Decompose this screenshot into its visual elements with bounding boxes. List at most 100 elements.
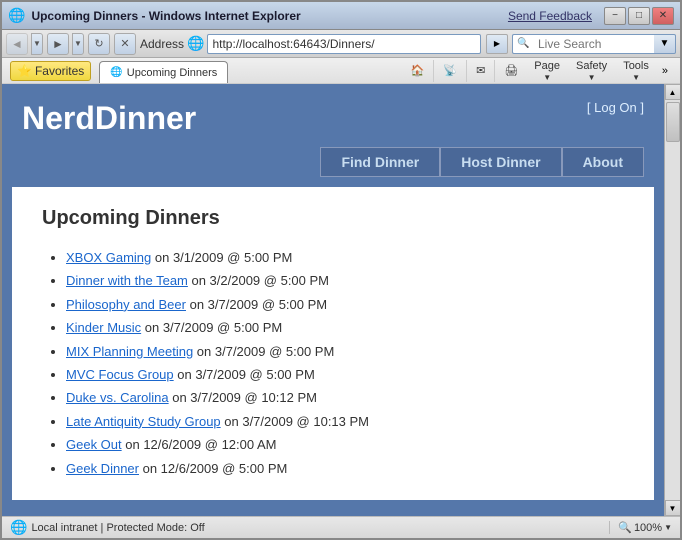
toolbar-area: 🏠 📡 ✉ 🖨 Page ▼ Safet (404, 57, 672, 85)
page-button[interactable]: Page ▼ (527, 57, 567, 85)
toolbar-overflow-button[interactable]: » (658, 63, 672, 79)
stop-button[interactable]: ✕ (114, 33, 136, 55)
dinner-list-item: Dinner with the Team on 3/2/2009 @ 5:00 … (66, 269, 624, 292)
dinner-link[interactable]: Geek Dinner (66, 461, 139, 476)
close-button[interactable]: ✕ (652, 7, 674, 25)
dinner-date: on 3/7/2009 @ 5:00 PM (174, 367, 315, 382)
dinner-list-item: Late Antiquity Study Group on 3/7/2009 @… (66, 410, 624, 433)
tab-label: Upcoming Dinners (127, 67, 217, 79)
forward-button[interactable]: ► (47, 33, 69, 55)
status-zone-text: Local intranet | Protected Mode: Off (31, 522, 204, 534)
dinner-link[interactable]: Late Antiquity Study Group (66, 414, 221, 429)
feeds-button[interactable]: 📡 (436, 57, 464, 85)
dinner-link[interactable]: Dinner with the Team (66, 273, 188, 288)
dinner-list-item: Philosophy and Beer on 3/7/2009 @ 5:00 P… (66, 293, 624, 316)
content-box: Upcoming Dinners XBOX Gaming on 3/1/2009… (12, 187, 654, 500)
live-search-button[interactable]: ▼ (654, 34, 676, 54)
address-input[interactable] (207, 34, 481, 54)
back-dropdown-button[interactable]: ▼ (31, 33, 43, 55)
mail-button[interactable]: ✉ (469, 57, 492, 85)
print-button[interactable]: 🖨 (497, 57, 525, 85)
dinner-date: on 3/7/2009 @ 5:00 PM (186, 297, 327, 312)
live-search-icon: 🔍 (512, 34, 534, 54)
site-login: [ Log On ] (587, 100, 644, 115)
dinner-date: on 12/6/2009 @ 5:00 PM (139, 461, 287, 476)
dinner-list-item: MIX Planning Meeting on 3/7/2009 @ 5:00 … (66, 340, 624, 363)
scrollbar-up-button[interactable]: ▲ (665, 84, 681, 100)
tools-label: Tools (623, 60, 649, 72)
page-inner: NerdDinner [ Log On ] Find Dinner Host D… (2, 84, 664, 516)
safety-dropdown-icon: ▼ (588, 73, 596, 82)
scrollbar-thumb[interactable] (666, 102, 680, 142)
status-globe-icon: 🌐 (10, 519, 27, 536)
scrollbar: ▲ ▼ (664, 84, 680, 516)
home-icon: 🏠 (411, 64, 425, 77)
page-dropdown-icon: ▼ (543, 73, 551, 82)
address-go-button[interactable]: ▶ (486, 34, 508, 54)
window-title: Upcoming Dinners - Windows Internet Expl… (31, 9, 502, 23)
tab-bar: 🌐 Upcoming Dinners (99, 58, 228, 83)
status-main: 🌐 Local intranet | Protected Mode: Off (10, 519, 601, 536)
zoom-level: 100% (634, 522, 662, 534)
nav-bar: ◄ ▼ ► ▼ ↻ ✕ Address 🌐 ▶ 🔍 ▼ (2, 30, 680, 58)
browser-icon: 🌐 (8, 7, 25, 24)
site-nav-tabs: Find Dinner Host Dinner About (2, 147, 664, 177)
send-feedback-link[interactable]: Send Feedback (508, 9, 592, 23)
separator-3 (494, 60, 495, 82)
login-link[interactable]: Log On (594, 100, 637, 115)
dinner-link[interactable]: XBOX Gaming (66, 250, 151, 265)
address-label: Address (140, 37, 184, 51)
login-bracket-close: ] (637, 100, 644, 115)
tools-button[interactable]: Tools ▼ (616, 57, 656, 85)
star-icon: ⭐ (17, 64, 32, 78)
back-button[interactable]: ◄ (6, 33, 28, 55)
dinner-link[interactable]: Philosophy and Beer (66, 297, 186, 312)
dinner-link[interactable]: Geek Out (66, 437, 122, 452)
favorites-area: ⭐ Favorites 🌐 Upcoming Dinners 🏠 📡 (2, 58, 680, 84)
window-controls: − □ ✕ (604, 7, 674, 25)
dinner-list-item: MVC Focus Group on 3/7/2009 @ 5:00 PM (66, 363, 624, 386)
dinner-link[interactable]: Kinder Music (66, 320, 141, 335)
dinner-list: XBOX Gaming on 3/1/2009 @ 5:00 PMDinner … (42, 246, 624, 480)
title-bar: 🌐 Upcoming Dinners - Windows Internet Ex… (2, 2, 680, 30)
find-dinner-tab[interactable]: Find Dinner (320, 147, 440, 177)
host-dinner-tab[interactable]: Host Dinner (440, 147, 561, 177)
page-label: Page (534, 60, 560, 72)
dinner-link[interactable]: MIX Planning Meeting (66, 344, 193, 359)
dinner-list-item: Geek Out on 12/6/2009 @ 12:00 AM (66, 433, 624, 456)
mail-icon: ✉ (476, 64, 485, 77)
tools-dropdown-icon: ▼ (632, 73, 640, 82)
home-button[interactable]: 🏠 (404, 57, 432, 85)
about-tab[interactable]: About (562, 147, 644, 177)
site-logo: NerdDinner (22, 100, 196, 137)
refresh-button[interactable]: ↻ (88, 33, 110, 55)
active-tab[interactable]: 🌐 Upcoming Dinners (99, 61, 228, 83)
safety-button[interactable]: Safety ▼ (569, 57, 614, 85)
dinner-link[interactable]: MVC Focus Group (66, 367, 174, 382)
print-icon: 🖨 (504, 64, 518, 77)
page-content: NerdDinner [ Log On ] Find Dinner Host D… (2, 84, 664, 516)
restore-button[interactable]: □ (628, 7, 650, 25)
dinner-link[interactable]: Duke vs. Carolina (66, 390, 169, 405)
favorites-button[interactable]: ⭐ Favorites (10, 61, 91, 81)
dinner-date: on 3/7/2009 @ 5:00 PM (141, 320, 282, 335)
live-search-input[interactable] (534, 34, 654, 54)
dinner-list-item: XBOX Gaming on 3/1/2009 @ 5:00 PM (66, 246, 624, 269)
address-ie-icon: 🌐 (187, 35, 204, 52)
dinner-date: on 3/7/2009 @ 5:00 PM (193, 344, 334, 359)
favorites-label: Favorites (35, 64, 84, 78)
minimize-button[interactable]: − (604, 7, 626, 25)
dinner-date: on 3/1/2009 @ 5:00 PM (151, 250, 292, 265)
safety-label: Safety (576, 60, 607, 72)
page-heading: Upcoming Dinners (42, 207, 624, 230)
address-bar: Address 🌐 ▶ (140, 34, 508, 54)
separator-1 (433, 60, 434, 82)
dinner-list-item: Kinder Music on 3/7/2009 @ 5:00 PM (66, 316, 624, 339)
live-search-bar: 🔍 ▼ (512, 34, 676, 54)
dinner-date: on 12/6/2009 @ 12:00 AM (122, 437, 277, 452)
feed-icon: 📡 (443, 64, 457, 77)
forward-dropdown-button[interactable]: ▼ (72, 33, 84, 55)
dinner-date: on 3/7/2009 @ 10:12 PM (169, 390, 317, 405)
scrollbar-down-button[interactable]: ▼ (665, 500, 681, 516)
content-area: NerdDinner [ Log On ] Find Dinner Host D… (2, 84, 680, 516)
